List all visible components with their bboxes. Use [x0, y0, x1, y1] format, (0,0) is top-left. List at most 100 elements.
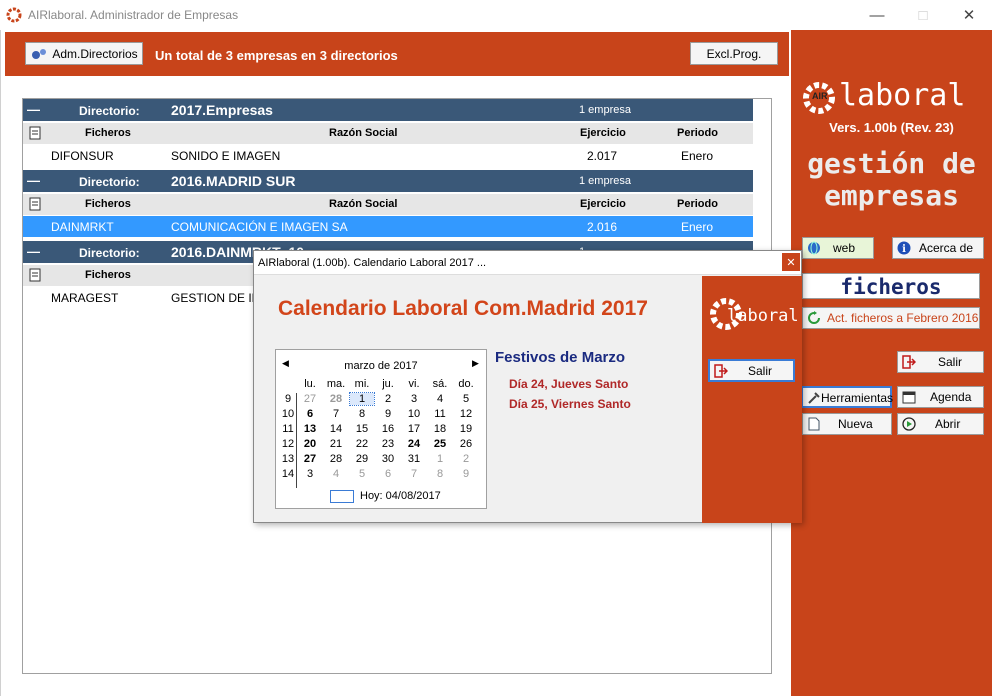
table-row[interactable]: DIFONSUR SONIDO E IMAGEN 2.017 Enero — [23, 145, 753, 166]
calendar-day[interactable]: 4 — [324, 468, 348, 480]
next-month-icon[interactable]: ▶ — [472, 358, 479, 369]
calendar-day[interactable]: 31 — [402, 453, 426, 465]
calendar-day[interactable]: 27 — [298, 453, 322, 465]
header-periodo: Periodo — [677, 127, 718, 139]
directory-count: 1 empresa — [579, 175, 631, 187]
collapse-icon[interactable]: — — [27, 102, 40, 117]
calendar-day[interactable]: 16 — [376, 423, 400, 435]
weekday-header: ma. — [326, 378, 346, 390]
calendar-day[interactable]: 27 — [298, 393, 322, 405]
nueva-button[interactable]: Nueva — [802, 413, 892, 435]
file-icon — [29, 268, 41, 282]
weekday-header: ju. — [382, 378, 394, 390]
refresh-icon — [808, 311, 820, 324]
today-box-icon — [330, 490, 354, 503]
calendar-day[interactable]: 19 — [454, 423, 478, 435]
agenda-button[interactable]: Agenda — [897, 386, 984, 408]
collapse-icon[interactable]: — — [27, 173, 40, 188]
calendar-day[interactable]: 6 — [376, 468, 400, 480]
herramientas-button[interactable]: Herramientas — [801, 386, 894, 408]
festivo-item: Día 24, Jueves Santo — [509, 377, 629, 391]
week-number: 9 — [284, 393, 292, 405]
exit-icon — [714, 364, 728, 378]
calendar-day[interactable]: 11 — [428, 408, 452, 420]
row-razon: SONIDO E IMAGEN — [171, 149, 281, 163]
abrir-button[interactable]: Abrir — [897, 413, 984, 435]
calendar-day[interactable]: 7 — [402, 468, 426, 480]
calendar-day[interactable]: 22 — [350, 438, 374, 450]
calendar-day[interactable]: 29 — [350, 453, 374, 465]
calendar-day[interactable]: 26 — [454, 438, 478, 450]
weekday-header: vi. — [408, 378, 420, 390]
abrir-label: Abrir — [935, 417, 961, 431]
calendar-day[interactable]: 9 — [376, 408, 400, 420]
calendar-day[interactable]: 1 — [349, 392, 375, 406]
today-label[interactable]: Hoy: 04/08/2017 — [360, 490, 441, 502]
calendar-day[interactable]: 5 — [454, 393, 478, 405]
grid-header: Ficheros Razón Social Ejercicio Periodo — [23, 123, 753, 144]
directory-row[interactable]: — Directorio: 2017.Empresas 1 empresa — [23, 99, 753, 121]
close-icon: ✕ — [962, 7, 976, 24]
calendar-day[interactable]: 2 — [454, 453, 478, 465]
calendar-day[interactable]: 25 — [428, 438, 452, 450]
calendar-day[interactable]: 10 — [402, 408, 426, 420]
header-ejercicio: Ejercicio — [580, 127, 626, 139]
close-button[interactable]: ✕ — [946, 0, 992, 30]
gears-icon — [32, 48, 47, 59]
calendar-day[interactable]: 3 — [298, 468, 322, 480]
calendar-day[interactable]: 30 — [376, 453, 400, 465]
collapse-icon[interactable]: — — [27, 244, 40, 259]
dialog-close-button[interactable]: ✕ — [782, 253, 800, 271]
calendar-day[interactable]: 23 — [376, 438, 400, 450]
calendar-day[interactable]: 1 — [428, 453, 452, 465]
file-icon — [29, 126, 41, 140]
calendar-day[interactable]: 3 — [402, 393, 426, 405]
row-periodo: Enero — [681, 220, 714, 234]
week-number: 10 — [281, 408, 295, 420]
web-button[interactable]: web — [802, 237, 874, 259]
calendar-day[interactable]: 12 — [454, 408, 478, 420]
calendar-day[interactable]: 15 — [350, 423, 374, 435]
calendar-day[interactable]: 28 — [324, 393, 348, 405]
calendar-dialog: AIRlaboral (1.00b). Calendario Laboral 2… — [253, 250, 802, 523]
directory-count: 1 empresa — [579, 104, 631, 116]
directory-row[interactable]: — Directorio: 2016.MADRID SUR 1 empresa — [23, 170, 753, 192]
minimize-button[interactable]: — — [854, 0, 900, 30]
maximize-button[interactable]: □ — [900, 0, 946, 30]
acerca-button[interactable]: i Acerca de — [892, 237, 984, 259]
calendar-day[interactable]: 8 — [428, 468, 452, 480]
calendar-day[interactable]: 5 — [350, 468, 374, 480]
calendar-day[interactable]: 2 — [376, 393, 400, 405]
table-row-selected[interactable]: DAINMRKT COMUNICACIÓN E IMAGEN SA 2.016 … — [23, 216, 753, 237]
salir-label: Salir — [938, 355, 963, 369]
dialog-salir-label: Salir — [748, 364, 773, 378]
dialog-title-bar: AIRlaboral (1.00b). Calendario Laboral 2… — [254, 251, 801, 275]
calendar-day[interactable]: 4 — [428, 393, 452, 405]
dialog-salir-button[interactable]: Salir — [708, 359, 795, 382]
herramientas-label: Herramientas — [821, 391, 894, 405]
calendar-day[interactable]: 18 — [428, 423, 452, 435]
adm-directorios-button[interactable]: Adm.Directorios — [25, 42, 143, 65]
calendar-day[interactable]: 24 — [402, 438, 426, 450]
calendar-day[interactable]: 21 — [324, 438, 348, 450]
calendar-day[interactable]: 14 — [324, 423, 348, 435]
excl-prog-button[interactable]: Excl.Prog. — [690, 42, 778, 65]
calendar-day[interactable]: 20 — [298, 438, 322, 450]
act-ficheros-button[interactable]: Act. ficheros a Febrero 2016 — [802, 307, 980, 329]
calendar-day[interactable]: 7 — [324, 408, 348, 420]
nueva-label: Nueva — [838, 417, 873, 431]
calendar-day[interactable]: 28 — [324, 453, 348, 465]
calendar-day[interactable]: 13 — [298, 423, 322, 435]
calendar-day[interactable]: 8 — [350, 408, 374, 420]
calendar-day[interactable]: 9 — [454, 468, 478, 480]
heading-line2: empresas — [824, 179, 959, 212]
act-ficheros-label: Act. ficheros a Febrero 2016 — [827, 311, 979, 325]
excl-prog-label: Excl.Prog. — [706, 46, 762, 61]
directory-label: Directorio: — [79, 104, 140, 118]
ficheros-logo[interactable]: ficheros — [802, 273, 980, 299]
salir-button[interactable]: Salir — [897, 351, 984, 373]
month-calendar[interactable]: ◀ marzo de 2017 ▶ lu. ma. mi. ju. vi. sá. do. 9… — [275, 349, 487, 509]
calendar-day[interactable]: 6 — [298, 408, 322, 420]
calendar-day[interactable]: 17 — [402, 423, 426, 435]
week-number: 12 — [281, 438, 295, 450]
